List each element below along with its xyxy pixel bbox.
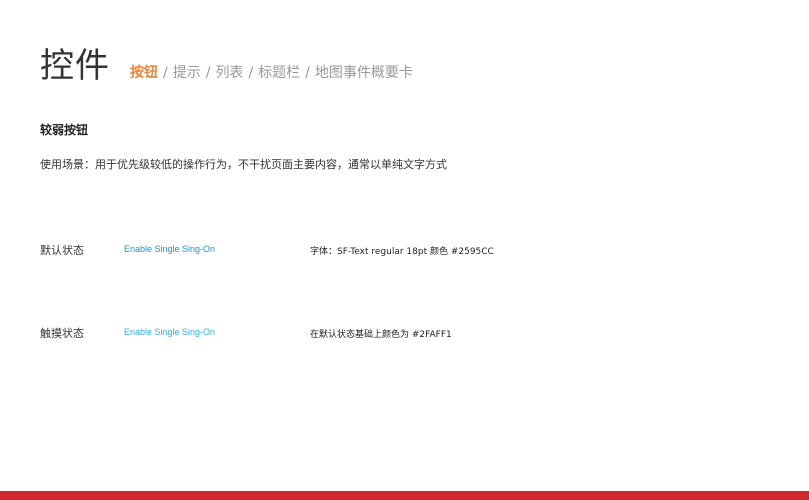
breadcrumb-separator: / [305, 65, 310, 81]
breadcrumb-item-buttons[interactable]: 按钮 [130, 62, 158, 82]
state-row-touch: 触摸状态 Enable Single Sing-On 在默认状态基础上颜色为 #… [40, 325, 740, 345]
breadcrumb-item-map-event-card[interactable]: 地图事件概要卡 [315, 62, 413, 82]
breadcrumb-item-titlebar[interactable]: 标题栏 [258, 62, 300, 82]
page-title: 控件 [40, 46, 110, 86]
breadcrumb-item-list[interactable]: 列表 [215, 62, 243, 82]
state-note-default: 字体：SF-Text regular 18pt 颜色 #2595CC [310, 247, 494, 257]
bottom-bar [0, 491, 809, 500]
state-note-touch: 在默认状态基础上颜色为 #2FAFF1 [310, 330, 452, 340]
usage-description: 使用场景：用于优先级较低的操作行为，不干扰页面主要内容，通常以单纯文字方式 [40, 158, 447, 171]
breadcrumb-separator: / [248, 65, 254, 81]
breadcrumb: 按钮 / 提示 / 列表 / 标题栏 / 地图事件概要卡 [130, 62, 413, 82]
breadcrumb-separator: / [163, 65, 168, 81]
state-row-default: 默认状态 Enable Single Sing-On 字体：SF-Text re… [40, 242, 740, 262]
state-label-default: 默认状态 [40, 244, 84, 257]
breadcrumb-separator: / [205, 65, 211, 81]
section-title: 较弱按钮 [40, 123, 89, 137]
breadcrumb-item-tips[interactable]: 提示 [173, 62, 201, 82]
state-label-touch: 触摸状态 [40, 327, 84, 340]
weak-button-touch[interactable]: Enable Single Sing-On [124, 327, 215, 337]
weak-button-default[interactable]: Enable Single Sing-On [124, 244, 215, 254]
page-header: 控件 按钮 / 提示 / 列表 / 标题栏 / 地图事件概要卡 [40, 38, 413, 87]
